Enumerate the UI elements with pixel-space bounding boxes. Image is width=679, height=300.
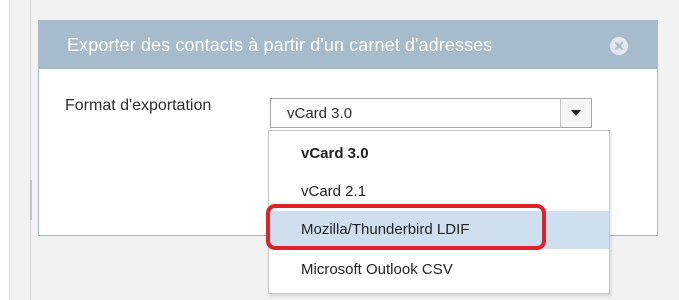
page-margin xyxy=(0,0,9,300)
close-icon[interactable] xyxy=(610,37,628,55)
divider-line xyxy=(9,0,10,300)
divider-line xyxy=(30,0,31,300)
export-format-label: Format d'exportation xyxy=(65,97,212,114)
option-vcard-3[interactable]: vCard 3.0 xyxy=(269,135,609,173)
export-format-select[interactable]: vCard 3.0 xyxy=(270,98,592,128)
dropdown-toggle[interactable] xyxy=(560,99,591,127)
dialog-title: Exporter des contacts à partir d'un carn… xyxy=(67,35,493,55)
select-value: vCard 3.0 xyxy=(287,105,353,122)
caret-down-icon xyxy=(571,110,581,116)
splitter-handle[interactable] xyxy=(30,180,32,220)
dialog-header: Exporter des contacts à partir d'un carn… xyxy=(39,21,657,69)
highlight-annotation xyxy=(266,204,546,250)
option-outlook-csv[interactable]: Microsoft Outlook CSV xyxy=(269,251,609,289)
